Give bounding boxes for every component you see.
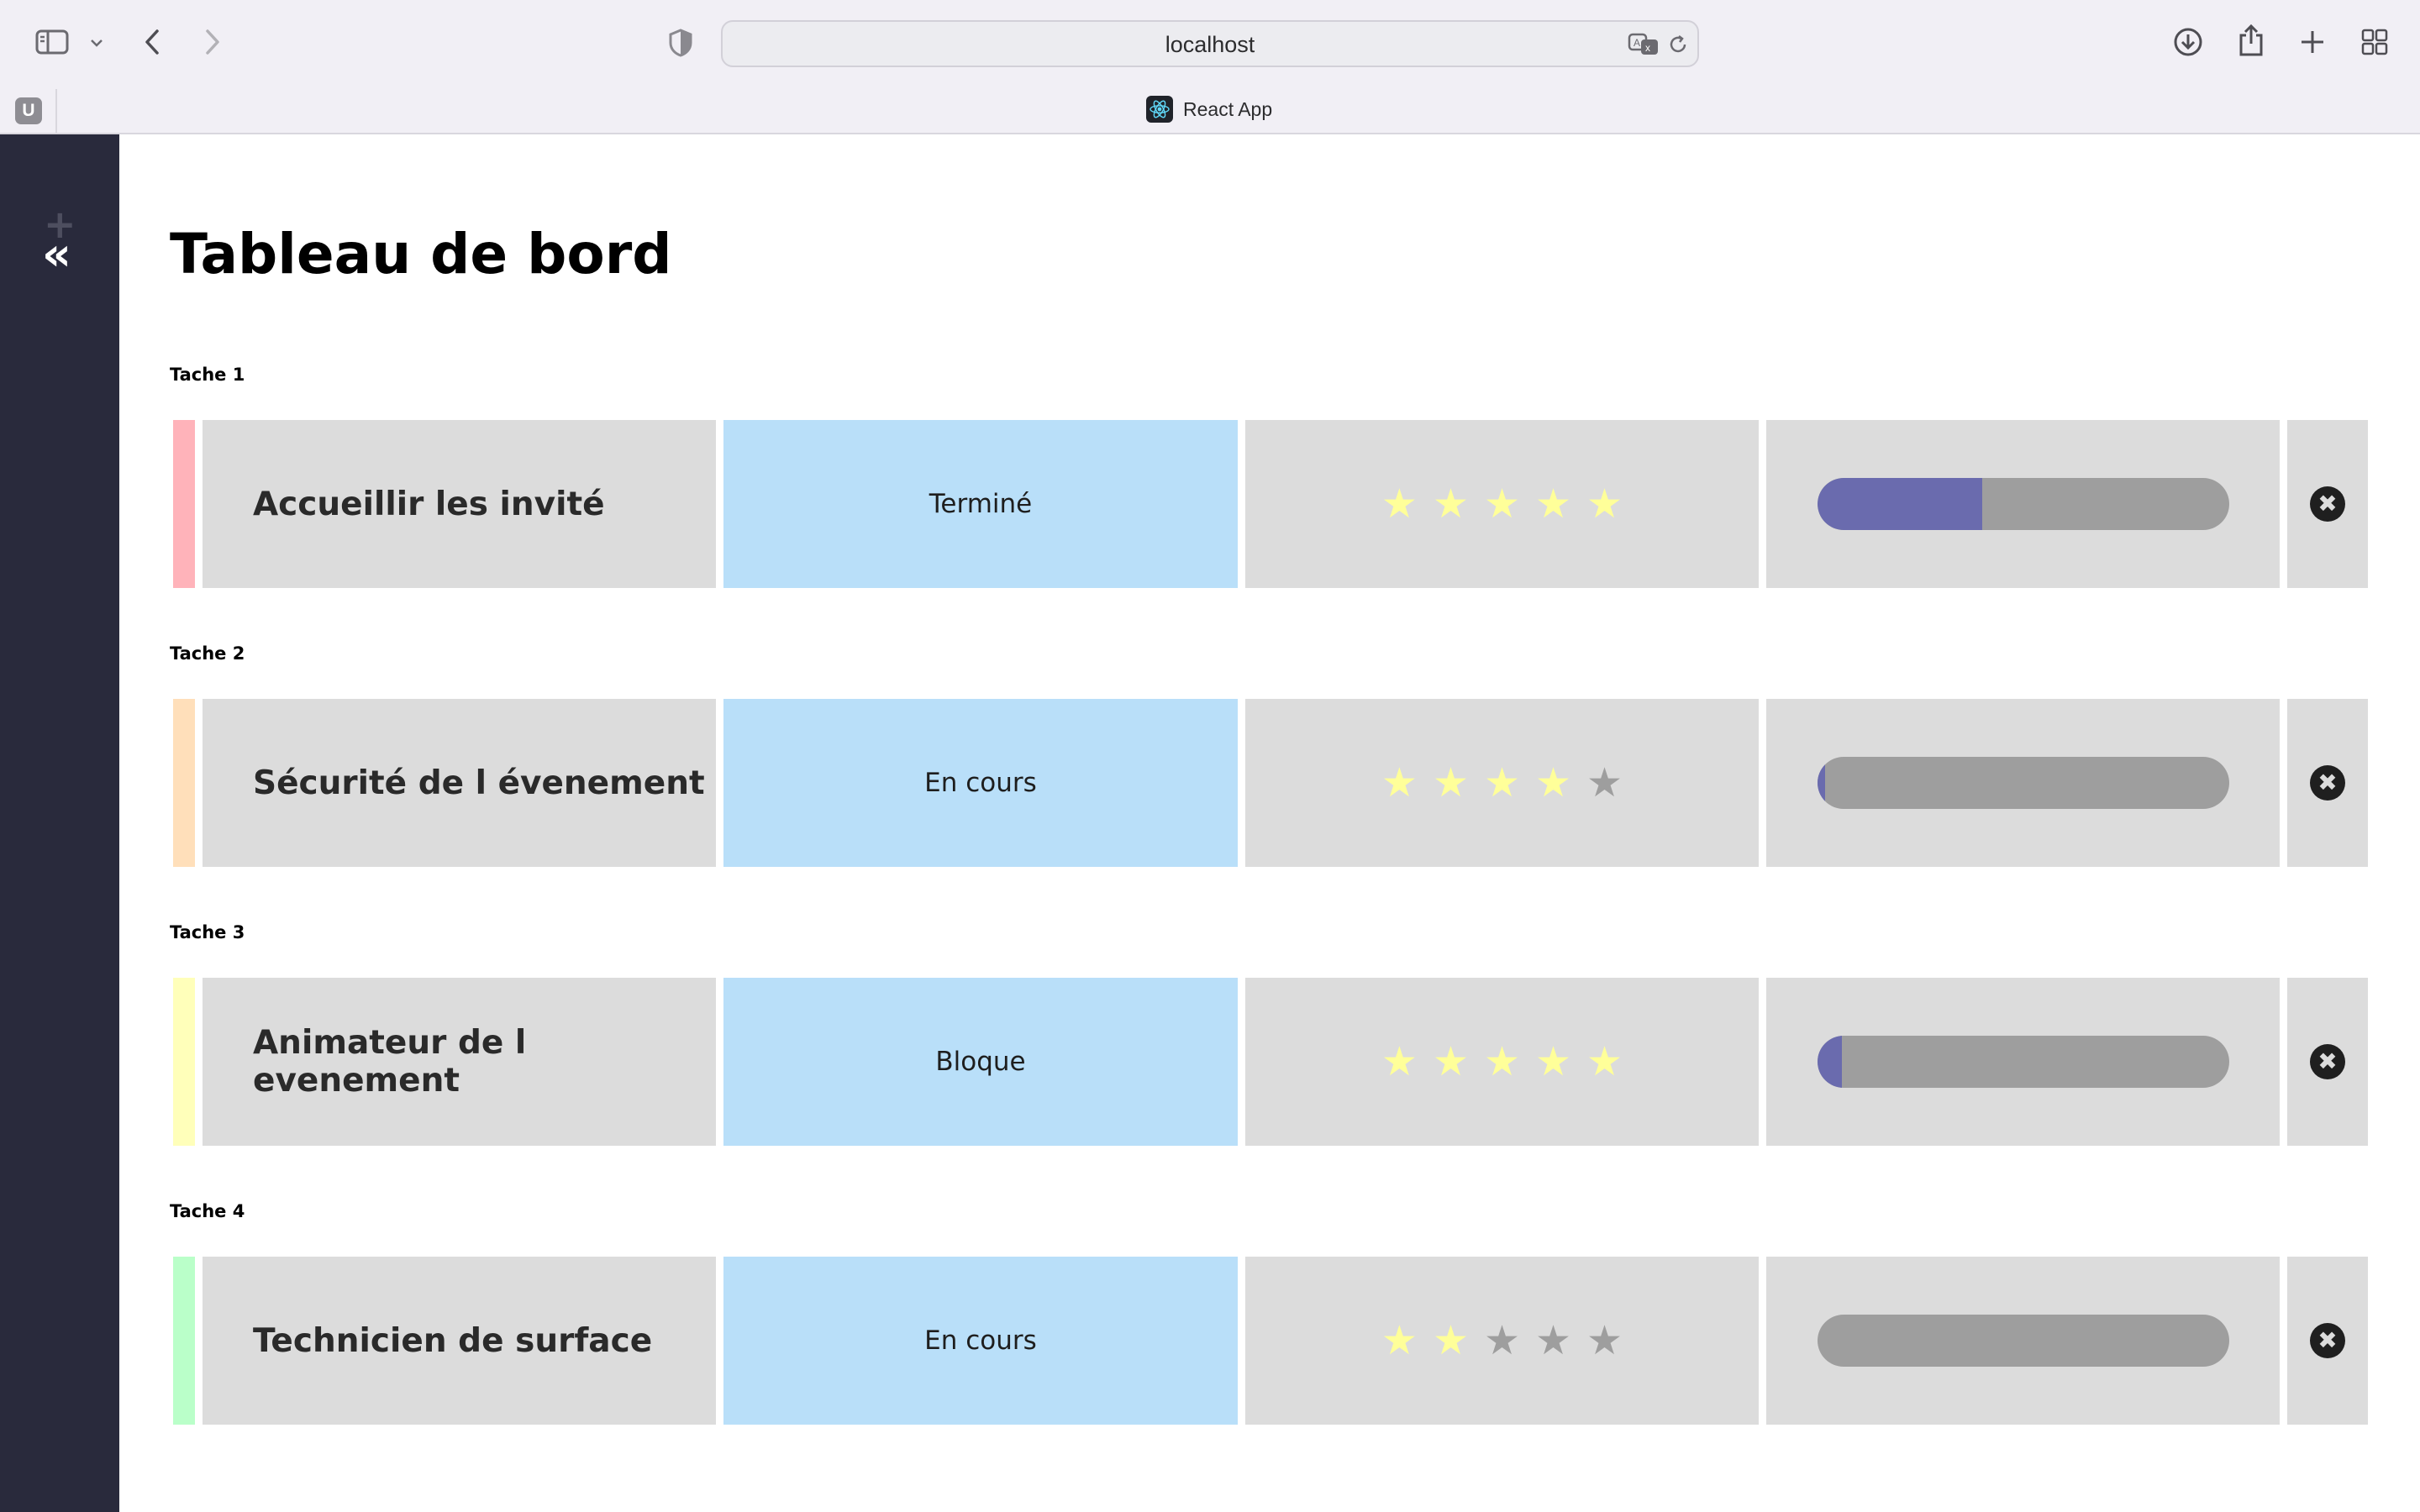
address-bar[interactable]: localhost Ax: [721, 20, 1699, 67]
task-2: Tache 2 Sécurité de l évenement En cours ★ ★…: [170, 643, 2418, 895]
star-icon[interactable]: ★: [1484, 1042, 1520, 1082]
task-progress-bar[interactable]: [1817, 1315, 2229, 1367]
active-tab[interactable]: React App: [1146, 96, 1272, 123]
star-icon[interactable]: ★: [1535, 484, 1571, 524]
star-icon[interactable]: ★: [1586, 1042, 1623, 1082]
pinned-tab[interactable]: U: [0, 89, 57, 134]
task-1: Tache 1 Accueillir les invité Terminé ★ ★ ★ ★ ★…: [170, 365, 2418, 617]
task-status[interactable]: En cours: [723, 1257, 1238, 1425]
task-delete-cell: ✖: [2287, 699, 2368, 867]
task-name[interactable]: Sécurité de l évenement: [203, 699, 716, 867]
star-icon[interactable]: ★: [1433, 1042, 1469, 1082]
task-label: Tache 3: [170, 922, 245, 942]
star-icon[interactable]: ★: [1535, 1320, 1571, 1361]
star-icon[interactable]: ★: [1586, 763, 1623, 803]
delete-task-button[interactable]: ✖: [2310, 1323, 2345, 1358]
star-icon[interactable]: ★: [1484, 484, 1520, 524]
task-row: Sécurité de l évenement En cours ★ ★ ★ ★ ★ ✖: [170, 699, 2418, 867]
task-color-swatch[interactable]: [173, 699, 195, 867]
task-3: Tache 3 Animateur de l evenement Bloque ★ ★ ★…: [170, 922, 2418, 1174]
delete-task-button[interactable]: ✖: [2310, 765, 2345, 801]
star-icon[interactable]: ★: [1433, 1320, 1469, 1361]
task-progress-cell: [1766, 978, 2280, 1146]
task-delete-cell: ✖: [2287, 420, 2368, 588]
task-rating: ★ ★ ★ ★ ★: [1245, 978, 1759, 1146]
star-icon[interactable]: ★: [1484, 763, 1520, 803]
task-name[interactable]: Accueillir les invité: [203, 420, 716, 588]
delete-task-button[interactable]: ✖: [2310, 486, 2345, 522]
task-progress-bar[interactable]: [1817, 478, 2229, 530]
page-title: Tableau de bord: [170, 222, 672, 286]
chevron-down-icon[interactable]: [87, 34, 106, 52]
task-rating: ★ ★ ★ ★ ★: [1245, 1257, 1759, 1425]
task-label: Tache 4: [170, 1201, 245, 1221]
task-color-swatch[interactable]: [173, 1257, 195, 1425]
task-row: Technicien de surface En cours ★ ★ ★ ★ ★ ✖: [170, 1257, 2418, 1425]
star-icon[interactable]: ★: [1586, 484, 1623, 524]
task-progress-fill: [1817, 757, 1826, 809]
task-rating: ★ ★ ★ ★ ★: [1245, 699, 1759, 867]
star-icon[interactable]: ★: [1381, 1320, 1418, 1361]
task-status[interactable]: Bloque: [723, 978, 1238, 1146]
react-logo-icon: [1146, 96, 1173, 123]
star-icon[interactable]: ★: [1535, 1042, 1571, 1082]
task-row: Accueillir les invité Terminé ★ ★ ★ ★ ★ ✖: [170, 420, 2418, 588]
task-status[interactable]: Terminé: [723, 420, 1238, 588]
new-tab-icon[interactable]: [2297, 27, 2328, 57]
tab-bar: U React App: [0, 89, 2420, 134]
forward-icon[interactable]: [200, 27, 225, 57]
shield-icon[interactable]: [666, 27, 696, 59]
task-progress-cell: [1766, 420, 2280, 588]
star-icon[interactable]: ★: [1381, 763, 1418, 803]
translate-icon[interactable]: Ax: [1627, 32, 1660, 57]
star-icon[interactable]: ★: [1535, 763, 1571, 803]
task-label: Tache 2: [170, 643, 245, 664]
sidebar: + «: [0, 134, 119, 1512]
star-icon[interactable]: ★: [1381, 484, 1418, 524]
task-delete-cell: ✖: [2287, 978, 2368, 1146]
task-color-swatch[interactable]: [173, 420, 195, 588]
task-progress-fill: [1817, 1036, 1842, 1088]
star-icon[interactable]: ★: [1433, 484, 1469, 524]
task-status[interactable]: En cours: [723, 699, 1238, 867]
task-delete-cell: ✖: [2287, 1257, 2368, 1425]
task-progress-bar[interactable]: [1817, 1036, 2229, 1088]
download-icon[interactable]: [2171, 25, 2205, 59]
delete-task-button[interactable]: ✖: [2310, 1044, 2345, 1079]
svg-text:A: A: [1634, 37, 1640, 49]
task-rating: ★ ★ ★ ★ ★: [1245, 420, 1759, 588]
task-progress-cell: [1766, 699, 2280, 867]
task-progress-bar[interactable]: [1817, 757, 2229, 809]
task-progress-cell: [1766, 1257, 2280, 1425]
task-progress-fill: [1817, 478, 1982, 530]
task-4: Tache 4 Technicien de surface En cours ★ ★ ★ ★…: [170, 1201, 2418, 1453]
collapse-sidebar-button[interactable]: «: [42, 232, 71, 277]
back-icon[interactable]: [139, 27, 165, 57]
task-color-swatch[interactable]: [173, 978, 195, 1146]
task-name[interactable]: Technicien de surface: [203, 1257, 716, 1425]
star-icon[interactable]: ★: [1433, 763, 1469, 803]
browser-toolbar: localhost Ax U React App: [0, 0, 2420, 134]
tab-title: React App: [1183, 97, 1273, 120]
star-icon[interactable]: ★: [1586, 1320, 1623, 1361]
svg-text:x: x: [1645, 42, 1650, 54]
share-icon[interactable]: [2235, 22, 2267, 59]
sidebar-toggle-icon[interactable]: [34, 27, 71, 57]
star-icon[interactable]: ★: [1381, 1042, 1418, 1082]
task-name[interactable]: Animateur de l evenement: [203, 978, 716, 1146]
task-row: Animateur de l evenement Bloque ★ ★ ★ ★ ★ ✖: [170, 978, 2418, 1146]
star-icon[interactable]: ★: [1484, 1320, 1520, 1361]
task-label: Tache 1: [170, 365, 245, 385]
reload-icon[interactable]: [1665, 32, 1691, 57]
tab-overview-icon[interactable]: [2360, 27, 2390, 57]
dashboard: Tableau de bord Tache 1 Accueillir les in…: [119, 134, 2420, 1512]
pinned-tab-badge: U: [15, 97, 42, 124]
address-url: localhost: [1165, 32, 1255, 57]
